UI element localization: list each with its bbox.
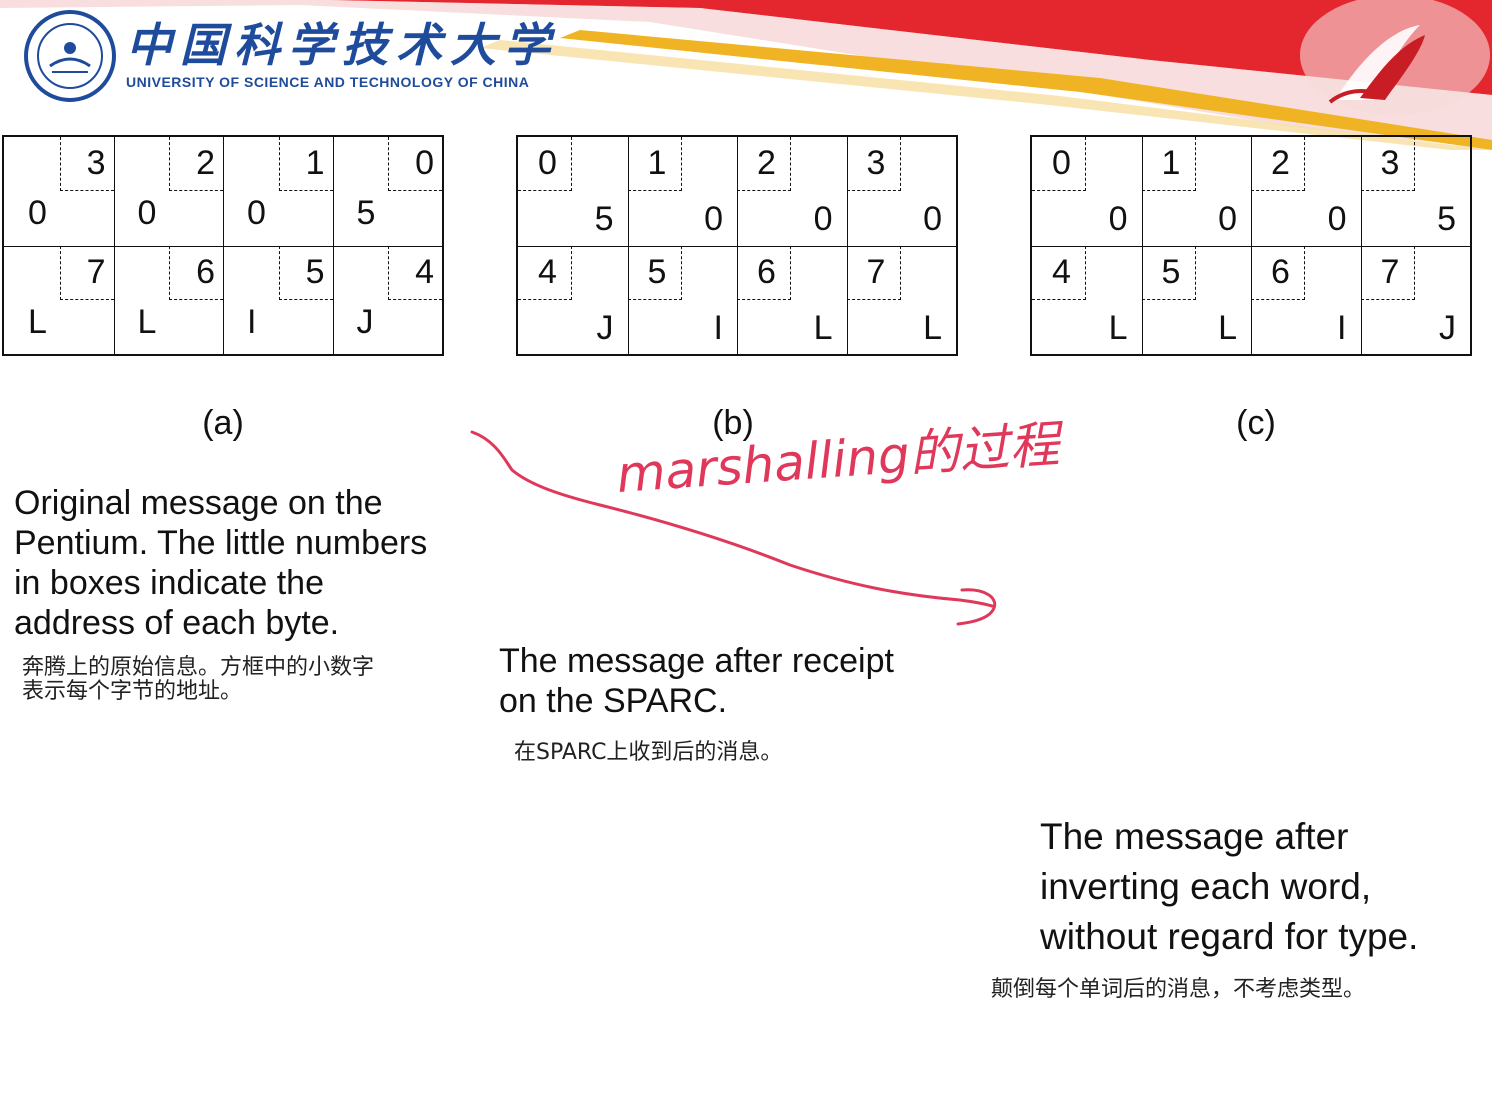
byte-value: 0 bbox=[1218, 200, 1237, 238]
byte-address: 1 bbox=[647, 144, 667, 182]
byte-value: L bbox=[923, 308, 942, 347]
byte-cell: 4J bbox=[518, 245, 628, 355]
byte-address: 6 bbox=[1271, 252, 1290, 291]
byte-address: 2 bbox=[1271, 144, 1290, 182]
byte-cell: 30 bbox=[846, 137, 957, 246]
byte-address: 6 bbox=[757, 252, 776, 291]
byte-address: 2 bbox=[196, 144, 215, 182]
byte-cell: 05 bbox=[333, 137, 442, 246]
byte-address: 3 bbox=[86, 144, 106, 182]
byte-cell: 35 bbox=[1360, 137, 1471, 246]
byte-cell: 6L bbox=[114, 245, 223, 355]
byte-value: 0 bbox=[1108, 200, 1128, 238]
byte-cell: 4J bbox=[333, 245, 442, 355]
byte-cell: 7L bbox=[846, 245, 957, 355]
byte-value: I bbox=[247, 302, 257, 341]
byte-value: 5 bbox=[1437, 200, 1456, 238]
university-logo bbox=[22, 8, 118, 104]
byte-cell: 5I bbox=[223, 245, 333, 355]
panel-a-grid: 302010057L6L5I4J bbox=[2, 135, 444, 356]
byte-cell: 10 bbox=[627, 137, 738, 246]
anniversary-logo-icon bbox=[1300, 0, 1490, 115]
description-a-cn: 奔腾上的原始信息。方框中的小数字 表示每个字节的地址。 bbox=[22, 655, 375, 704]
university-wordmark: 中国科学技术大学 UNIVERSITY OF SCIENCE AND TECHN… bbox=[126, 18, 558, 90]
byte-value: 0 bbox=[813, 200, 833, 238]
byte-address: 7 bbox=[1380, 252, 1400, 291]
byte-value: L bbox=[137, 302, 157, 341]
byte-address: 5 bbox=[305, 252, 325, 291]
byte-address: 1 bbox=[1161, 144, 1181, 182]
byte-address: 7 bbox=[866, 252, 886, 291]
byte-value: L bbox=[28, 302, 47, 341]
byte-cell: 6I bbox=[1251, 245, 1361, 355]
panel-c-grid: 001020354L5L6I7J bbox=[1030, 135, 1472, 356]
byte-value: J bbox=[356, 302, 374, 341]
byte-value: 5 bbox=[594, 200, 614, 238]
panel-a-caption: (a) bbox=[202, 404, 244, 442]
panel-b-caption: (b) bbox=[712, 404, 754, 442]
byte-address: 4 bbox=[415, 252, 434, 291]
university-seal-icon bbox=[24, 10, 116, 102]
byte-address: 4 bbox=[1052, 252, 1071, 291]
byte-cell: 05 bbox=[518, 137, 628, 246]
byte-cell: 7L bbox=[4, 245, 114, 355]
byte-address: 6 bbox=[196, 252, 215, 291]
panel-b-grid: 051020304J5I6L7L bbox=[516, 135, 958, 356]
byte-value: 0 bbox=[137, 194, 157, 232]
byte-address: 7 bbox=[86, 252, 106, 291]
byte-value: I bbox=[1337, 308, 1347, 347]
byte-cell: 20 bbox=[737, 137, 847, 246]
byte-value: L bbox=[1108, 308, 1128, 347]
byte-value: J bbox=[596, 308, 614, 347]
description-c-en: The message after inverting each word, w… bbox=[1040, 816, 1419, 957]
byte-address: 1 bbox=[305, 144, 325, 182]
byte-value: 0 bbox=[247, 194, 266, 232]
panel-c-caption: (c) bbox=[1236, 404, 1276, 442]
byte-cell: 5I bbox=[627, 245, 738, 355]
byte-cell: 00 bbox=[1032, 137, 1142, 246]
byte-address: 3 bbox=[866, 144, 886, 182]
byte-value: 5 bbox=[356, 194, 376, 232]
byte-value: 0 bbox=[28, 194, 47, 232]
byte-value: L bbox=[1218, 308, 1237, 347]
annotation-arrow bbox=[470, 430, 997, 626]
byte-value: 0 bbox=[704, 200, 723, 238]
byte-value: J bbox=[1439, 308, 1456, 347]
byte-cell: 7J bbox=[1360, 245, 1471, 355]
byte-address: 2 bbox=[757, 144, 776, 182]
description-b-en: The message after receipt on the SPARC. bbox=[499, 642, 894, 720]
university-name-cn: 中国科学技术大学 bbox=[126, 18, 558, 72]
byte-address: 5 bbox=[647, 252, 667, 291]
byte-address: 4 bbox=[538, 252, 557, 291]
byte-cell: 6L bbox=[737, 245, 847, 355]
byte-cell: 30 bbox=[4, 137, 114, 246]
byte-cell: 4L bbox=[1032, 245, 1142, 355]
description-c-cn: 颠倒每个单词后的消息，不考虑类型。 bbox=[991, 977, 1366, 1002]
byte-cell: 20 bbox=[1251, 137, 1361, 246]
university-name-en: UNIVERSITY OF SCIENCE AND TECHNOLOGY OF … bbox=[126, 74, 530, 90]
byte-address: 3 bbox=[1380, 144, 1400, 182]
byte-cell: 20 bbox=[114, 137, 223, 246]
byte-value: I bbox=[713, 308, 723, 347]
description-a-en: Original message on the Pentium. The lit… bbox=[14, 484, 428, 642]
byte-value: 0 bbox=[1327, 200, 1347, 238]
byte-address: 0 bbox=[1052, 144, 1071, 182]
byte-address: 0 bbox=[538, 144, 557, 182]
byte-value: 0 bbox=[923, 200, 942, 238]
byte-value: L bbox=[813, 308, 833, 347]
byte-cell: 10 bbox=[1141, 137, 1252, 246]
byte-address: 5 bbox=[1161, 252, 1181, 291]
byte-address: 0 bbox=[415, 144, 434, 182]
byte-cell: 5L bbox=[1141, 245, 1252, 355]
description-b-cn: 在SPARC上收到后的消息。 bbox=[514, 740, 783, 765]
byte-cell: 10 bbox=[223, 137, 333, 246]
